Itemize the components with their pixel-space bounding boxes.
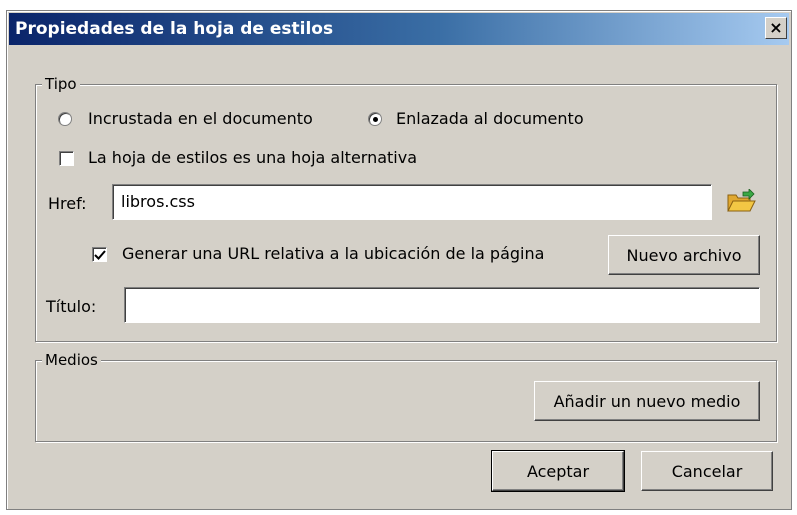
medios-group: Medios Añadir un nuevo medio (35, 350, 777, 442)
tipo-legend: Tipo (42, 74, 80, 94)
close-icon: × (769, 18, 783, 37)
folder-open-icon[interactable] (726, 188, 756, 215)
alternate-stylesheet-checkbox[interactable] (59, 151, 74, 166)
add-media-button[interactable]: Añadir un nuevo medio (534, 381, 760, 421)
ok-button[interactable]: Aceptar (491, 450, 625, 492)
stylesheet-properties-dialog: Propiedades de la hoja de estilos × Tipo… (6, 10, 792, 510)
tipo-group: Tipo Incrustada en el documento Enlazada… (35, 74, 777, 342)
relative-url-checkbox[interactable] (92, 247, 107, 262)
radio-embedded[interactable] (58, 112, 72, 126)
close-button[interactable]: × (765, 17, 787, 39)
title-input[interactable] (124, 287, 760, 323)
cancel-button[interactable]: Cancelar (641, 451, 773, 491)
medios-legend: Medios (42, 350, 101, 370)
radio-linked-label[interactable]: Enlazada al documento (396, 109, 584, 129)
title-bar: Propiedades de la hoja de estilos × (9, 13, 789, 45)
checkmark-icon (94, 250, 106, 260)
alternate-stylesheet-label[interactable]: La hoja de estilos es una hoja alternati… (88, 148, 417, 168)
radio-linked[interactable] (368, 112, 382, 126)
radio-embedded-label[interactable]: Incrustada en el documento (88, 109, 313, 129)
href-label: Href: (48, 194, 87, 213)
relative-url-label[interactable]: Generar una URL relativa a la ubicación … (122, 244, 544, 264)
href-input[interactable]: libros.css (112, 184, 712, 220)
dialog-title: Propiedades de la hoja de estilos (15, 19, 334, 39)
new-file-button[interactable]: Nuevo archivo (608, 235, 760, 275)
radio-selected-dot (373, 117, 378, 122)
title-label: Título: (46, 297, 97, 316)
